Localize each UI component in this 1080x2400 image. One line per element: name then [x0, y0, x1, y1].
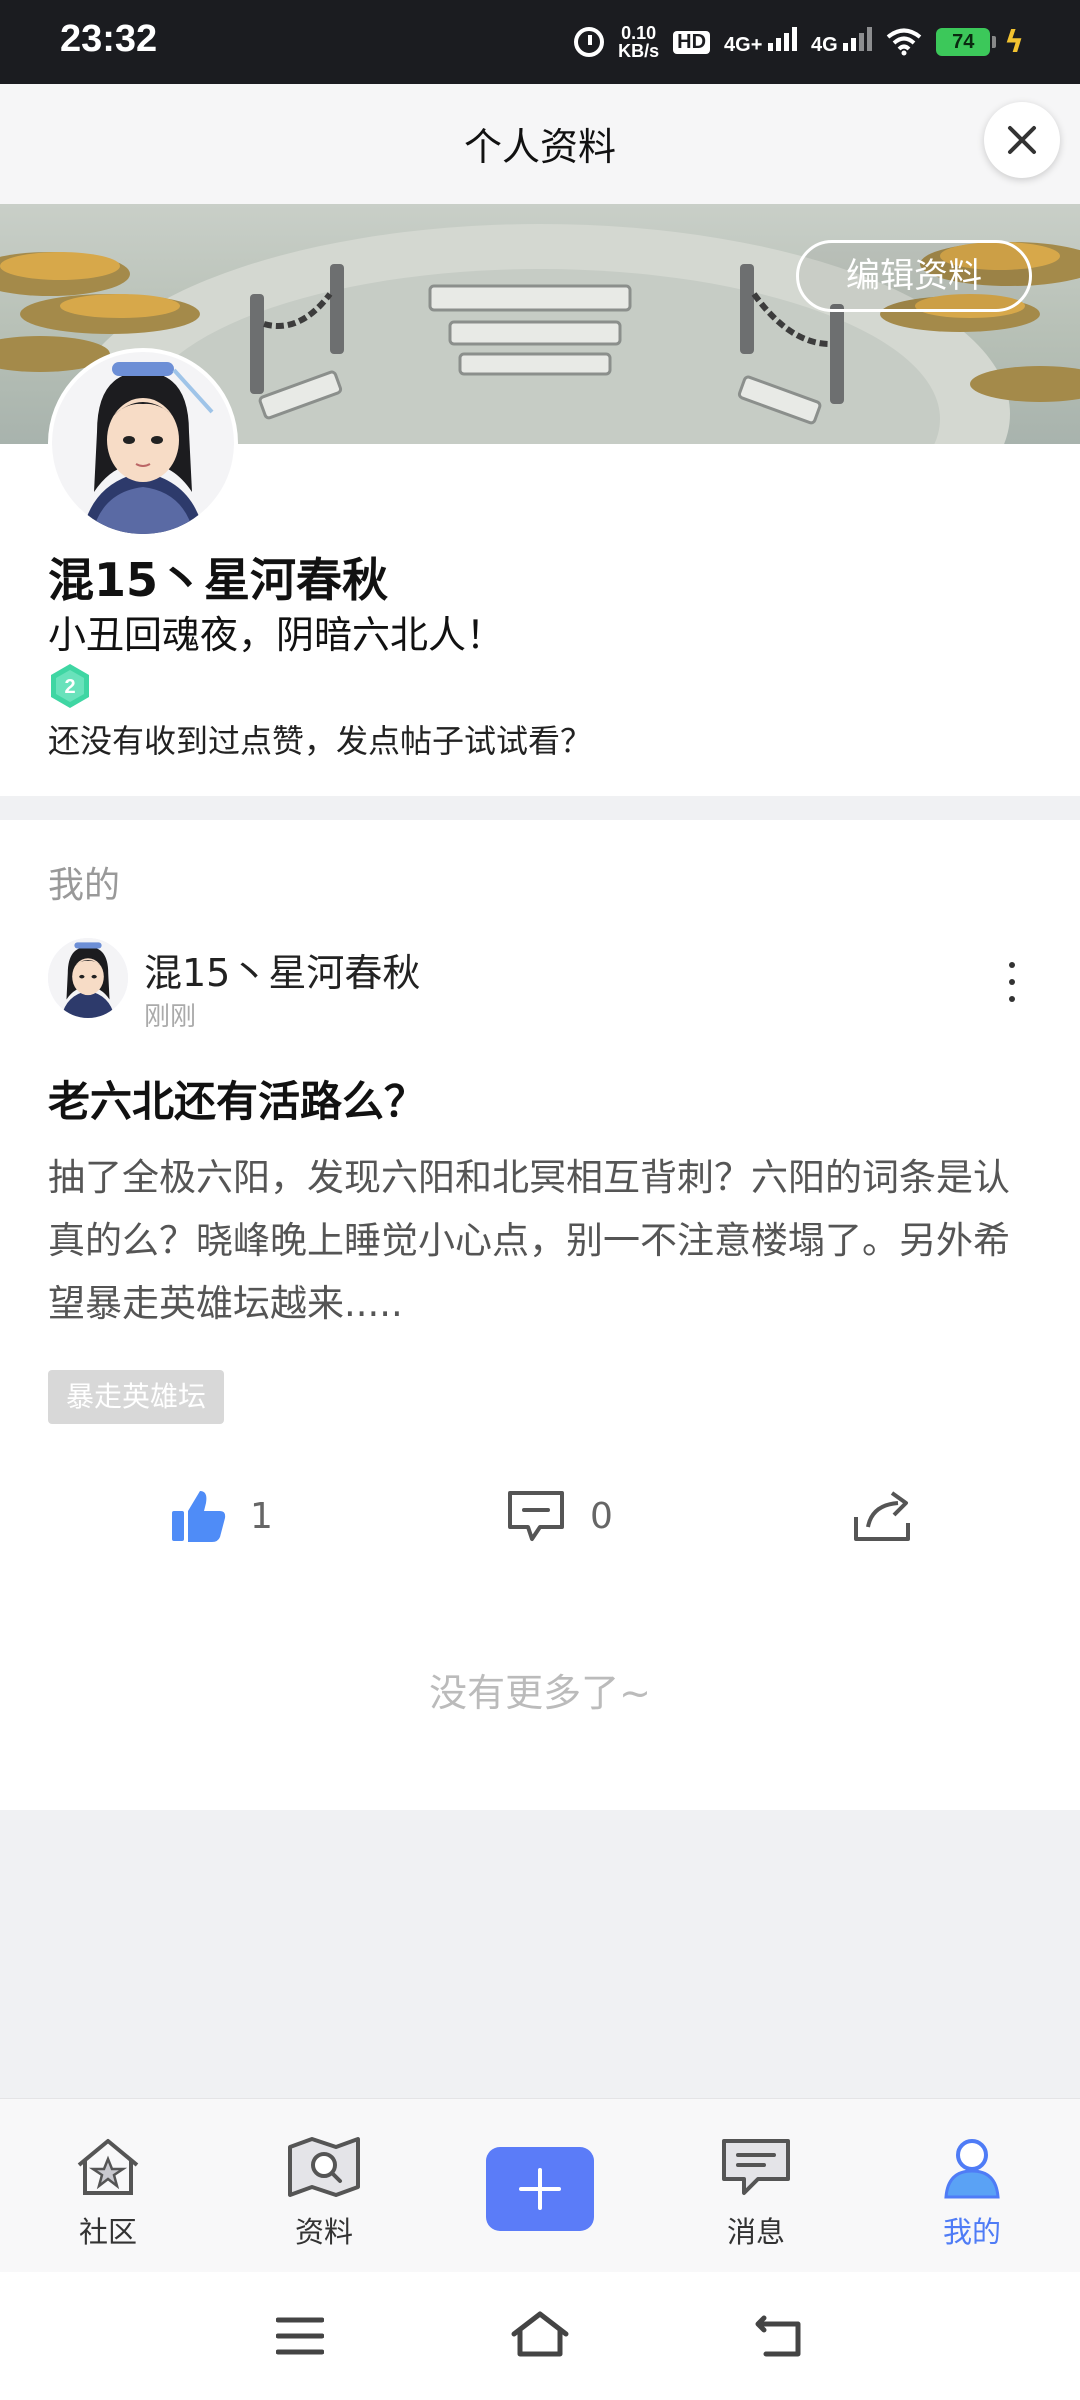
- profile-signature: 小丑回魂夜，阴暗六北人！: [48, 613, 505, 657]
- share-icon: [854, 1491, 910, 1541]
- nav-label-community: 社区: [78, 2215, 137, 2249]
- post-author-name[interactable]: 混15丶星河春秋: [144, 942, 420, 997]
- network-speed-value: 0.10: [621, 23, 657, 43]
- thumbs-up-icon: [172, 1491, 226, 1542]
- profile-avatar[interactable]: [48, 348, 238, 538]
- post-tag[interactable]: 暴走英雄坛: [48, 1370, 225, 1424]
- no-more-text: 没有更多了~: [429, 1671, 651, 1715]
- level-badge: 2: [51, 664, 89, 708]
- comment-count: 0: [590, 1495, 613, 1537]
- comment-icon: [508, 1491, 564, 1541]
- network-speed: 0.10 KB/s: [618, 24, 659, 60]
- level-number: 2: [64, 676, 75, 698]
- post-author-avatar[interactable]: [48, 938, 128, 1018]
- charging-icon: ϟ: [1004, 24, 1024, 60]
- home-icon[interactable]: [510, 2310, 570, 2358]
- post-title[interactable]: 老六北还有活路么？: [48, 1068, 426, 1129]
- post-actions: 1 0: [0, 1466, 1080, 1566]
- signal-4gplus-label: 4G+: [724, 34, 763, 56]
- back-icon[interactable]: [754, 2314, 804, 2358]
- signal-4g: 4G: [810, 27, 873, 57]
- status-bar: 23:32 0.10 KB/s HD 4G+ 4G 74 ϟ: [0, 0, 1080, 84]
- my-posts-section: 我的 混15丶星河春秋 刚刚 老六北还有活路么？ 抽了全极六阳，发现六阳和北冥相…: [0, 820, 1080, 1810]
- more-options-icon[interactable]: [1002, 962, 1022, 1002]
- like-button[interactable]: 1: [170, 1466, 273, 1566]
- nav-messages[interactable]: 消息: [696, 2135, 816, 2251]
- system-nav-bar: [0, 2272, 1080, 2400]
- share-button[interactable]: [852, 1466, 914, 1566]
- like-count: 1: [250, 1495, 273, 1537]
- wifi-icon: [886, 28, 922, 56]
- avatar-image: [52, 352, 234, 534]
- hd-icon: HD: [673, 30, 711, 54]
- section-label: 我的: [48, 865, 121, 906]
- battery-icon: 74: [936, 28, 997, 56]
- close-icon: [1008, 126, 1036, 154]
- post-author-row: 混15丶星河春秋 刚刚: [48, 938, 1032, 1048]
- message-icon: [722, 2139, 790, 2195]
- status-icons: 0.10 KB/s HD 4G+ 4G 74 ϟ: [574, 20, 1024, 64]
- signal-bars-icon: [843, 27, 873, 51]
- community-icon: [77, 2139, 139, 2195]
- status-time: 23:32: [60, 18, 158, 60]
- bottom-nav: 社区 资料 消息 我的: [0, 2098, 1080, 2273]
- close-button[interactable]: [984, 102, 1060, 178]
- profile-nickname: 混15丶星河春秋: [48, 553, 389, 607]
- post-body[interactable]: 抽了全极六阳，发现六阳和北冥相互背刺？六阳的词条是认真的么？晓峰晚上睡觉小心点，…: [48, 1146, 1028, 1335]
- signal-bars-icon: [767, 27, 797, 51]
- nav-community[interactable]: 社区: [48, 2135, 168, 2251]
- no-likes-hint: 还没有收到过点赞，发点帖子试试看？: [48, 722, 593, 760]
- nav-profile[interactable]: 我的: [912, 2135, 1032, 2251]
- create-post-button[interactable]: [486, 2147, 594, 2231]
- wiki-icon: [288, 2137, 360, 2197]
- page-title: 个人资料: [463, 125, 616, 169]
- menu-icon[interactable]: [276, 2316, 324, 2356]
- post-time: 刚刚: [144, 1002, 197, 1032]
- nav-label-profile: 我的: [942, 2215, 1001, 2249]
- comment-button[interactable]: 0: [504, 1466, 613, 1566]
- plus-icon: [519, 2168, 561, 2210]
- edit-profile-button[interactable]: 编辑资料: [796, 240, 1032, 312]
- nav-label-messages: 消息: [726, 2215, 785, 2249]
- nav-label-wiki: 资料: [294, 2215, 353, 2249]
- profile-icon: [944, 2139, 1000, 2199]
- nav-wiki[interactable]: 资料: [264, 2135, 384, 2251]
- network-speed-unit: KB/s: [618, 41, 660, 61]
- alarm-icon: [574, 27, 605, 57]
- avatar-image: [48, 938, 128, 1018]
- page-header: 个人资料: [0, 84, 1080, 204]
- signal-4gplus: 4G+: [724, 27, 797, 57]
- signal-4g-label: 4G: [810, 34, 838, 56]
